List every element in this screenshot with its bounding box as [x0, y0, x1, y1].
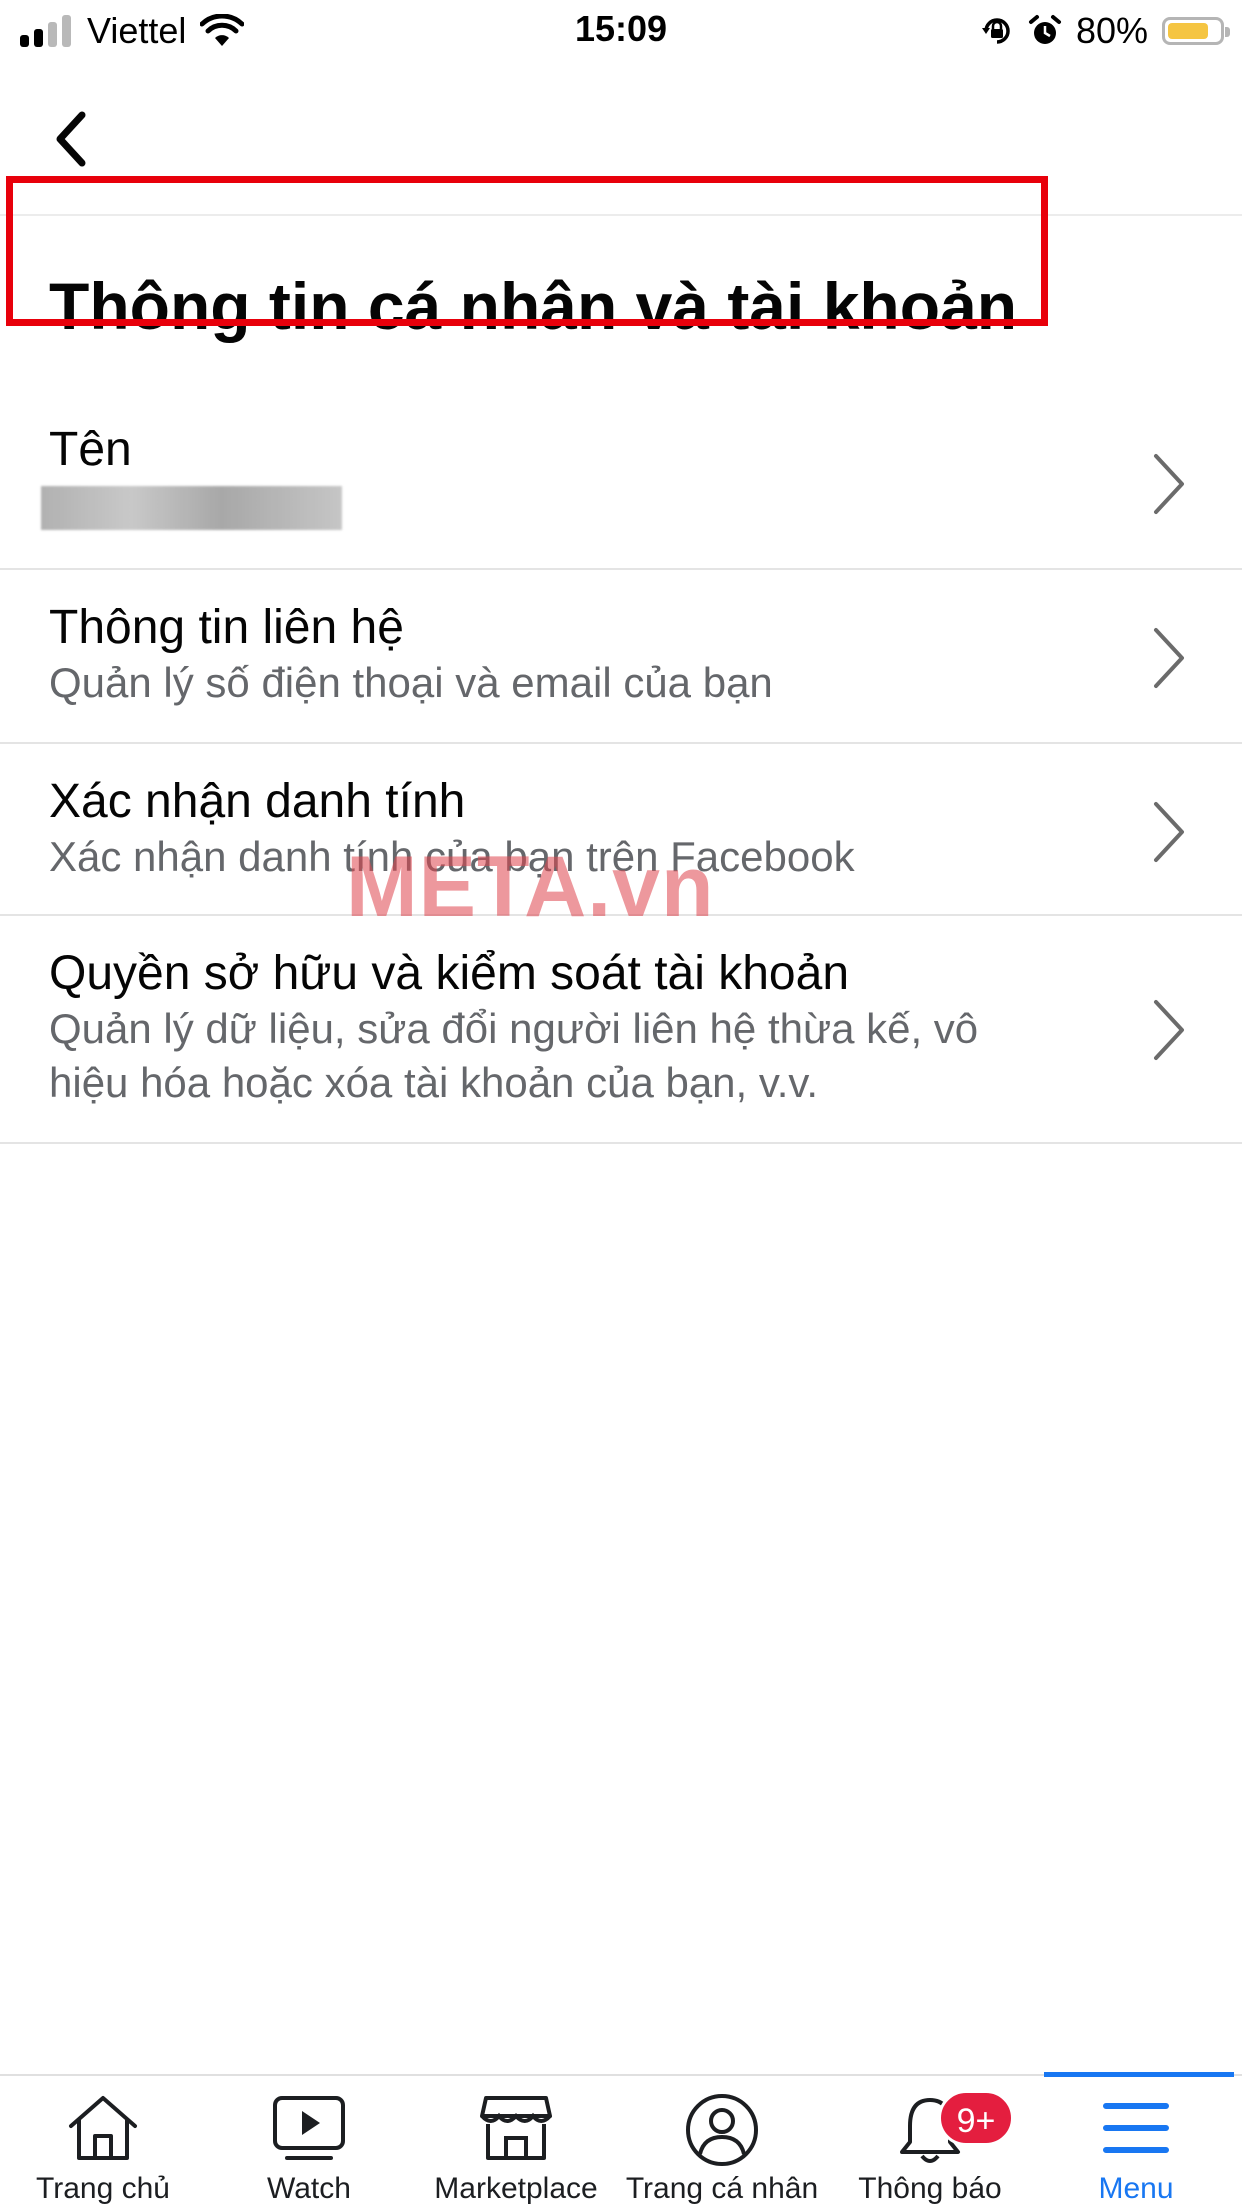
row-description: Quản lý số điện thoại và email của bạn: [49, 659, 773, 706]
row-description: Quản lý dữ liệu, sửa đổi người liên hệ t…: [49, 1005, 979, 1106]
status-bar: Viettel 15:09 80%: [0, 0, 1242, 62]
battery-level-fill: [1168, 23, 1208, 39]
chevron-left-icon: [56, 111, 86, 167]
row-label: Thông tin liên hệ: [49, 601, 404, 654]
tab-label: Watch: [267, 2172, 351, 2205]
tab-label: Trang cá nhân: [625, 2172, 819, 2205]
tab-menu[interactable]: Menu: [1036, 2076, 1236, 2210]
chevron-right-icon: [1154, 628, 1184, 688]
tab-label: Marketplace: [434, 2172, 598, 2205]
row-label: Quyền sở hữu và kiểm soát tài khoản: [49, 947, 850, 1000]
tab-marketplace[interactable]: Marketplace: [416, 2076, 616, 2210]
notification-badge: 9+: [938, 2090, 1014, 2146]
chevron-right-icon: [1154, 1000, 1184, 1060]
tab-label: Thông báo: [858, 2172, 1002, 2205]
back-button[interactable]: [40, 104, 100, 174]
tab-profile[interactable]: Trang cá nhân: [622, 2076, 822, 2210]
marketplace-store-icon: [480, 2096, 552, 2160]
status-right: 80%: [980, 10, 1230, 52]
blurred-name-value: [41, 486, 342, 530]
bottom-tab-bar: Trang chủ Watch Marketplace Trang cá nhâ…: [0, 2072, 1242, 2210]
chevron-right-icon: [1154, 802, 1184, 862]
settings-list: Tên Thông tin liên hệ Quản lý số điện th…: [0, 398, 1242, 1144]
settings-row-name[interactable]: Tên: [0, 398, 1242, 570]
settings-row-contact-info[interactable]: Thông tin liên hệ Quản lý số điện thoại …: [0, 570, 1242, 744]
menu-icon: [1103, 2103, 1169, 2153]
settings-row-account-ownership[interactable]: Quyền sở hữu và kiểm soát tài khoản Quản…: [0, 916, 1242, 1144]
highlight-annotation-box: [6, 176, 1048, 326]
tab-watch[interactable]: Watch: [209, 2076, 409, 2210]
tab-label: Trang chủ: [36, 2172, 170, 2205]
battery-icon: [1162, 17, 1230, 45]
row-label: Xác nhận danh tính: [49, 775, 466, 828]
chevron-right-icon: [1154, 454, 1184, 514]
alarm-icon: [1028, 15, 1061, 44]
rotation-lock-icon: [981, 18, 1010, 44]
tab-label: Menu: [1098, 2172, 1174, 2205]
tab-home[interactable]: Trang chủ: [3, 2076, 203, 2210]
profile-icon: [686, 2094, 758, 2166]
battery-percent: 80%: [1075, 10, 1148, 51]
watch-video-icon: [273, 2096, 345, 2160]
row-label: Tên: [49, 423, 132, 476]
home-icon: [69, 2096, 137, 2160]
watermark: META.vn: [346, 839, 715, 935]
